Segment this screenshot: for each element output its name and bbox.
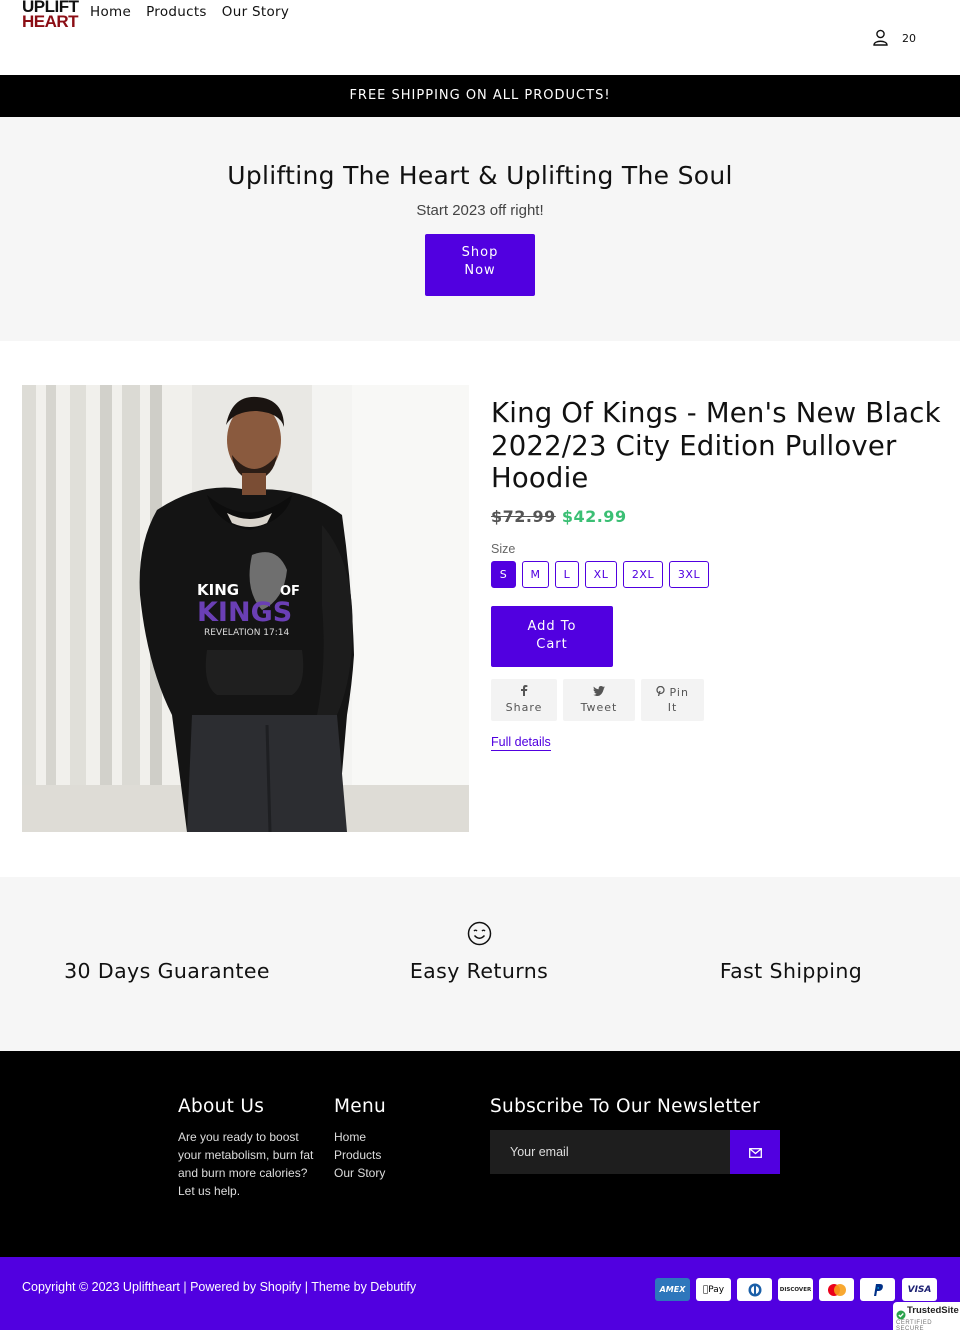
discover-label: DISCOVER bbox=[779, 1286, 812, 1293]
add-to-cart-label-2: Cart bbox=[536, 637, 568, 652]
pinterest-icon bbox=[656, 685, 665, 699]
trusted-subtitle: CERTIFIED SECURE bbox=[896, 1320, 933, 1330]
hero-subtitle: Start 2023 off right! bbox=[416, 202, 544, 219]
size-option-xl[interactable]: XL bbox=[585, 561, 617, 588]
share-pinterest-button[interactable]: Pin It bbox=[641, 679, 704, 721]
product-price: $72.99 $42.99 bbox=[491, 507, 627, 526]
share-label: Share bbox=[505, 701, 543, 714]
user-icon[interactable] bbox=[872, 29, 889, 46]
email-input[interactable]: Your email bbox=[490, 1130, 730, 1174]
svg-text:20: 20 bbox=[902, 32, 916, 45]
mastercard-icon bbox=[819, 1278, 854, 1301]
envelope-icon bbox=[748, 1143, 762, 1162]
shop-now-label-2: Now bbox=[464, 263, 496, 278]
footer-menu: Home Products Our Story bbox=[334, 1128, 385, 1182]
paypal-icon bbox=[860, 1278, 895, 1301]
shop-now-button[interactable]: Shop Now bbox=[425, 234, 535, 296]
feature-guarantee: 30 Days Guarantee bbox=[64, 959, 270, 983]
about-title: About Us bbox=[178, 1096, 265, 1117]
size-option-3xl[interactable]: 3XL bbox=[669, 561, 709, 588]
trusted-site-badge[interactable]: TrustedSite CERTIFIED SECURE bbox=[893, 1302, 960, 1330]
diners-club-icon bbox=[737, 1278, 772, 1301]
product-image[interactable]: KING OF KINGS REVELATION 17:14 bbox=[22, 385, 469, 832]
feature-returns: Easy Returns bbox=[409, 959, 549, 983]
social-share: Share Tweet Pin It bbox=[491, 679, 704, 721]
amex-icon: AMEX bbox=[655, 1278, 690, 1301]
pin-text-2: It bbox=[667, 701, 678, 714]
size-option-m[interactable]: M bbox=[522, 561, 549, 588]
apple-pay-text: Pay bbox=[705, 1284, 724, 1295]
main-nav: Home Products Our Story bbox=[90, 4, 304, 20]
tweet-label: Tweet bbox=[580, 701, 618, 714]
hero-section: Uplifting The Heart & Uplifting The Soul… bbox=[0, 117, 960, 341]
site-footer: About Us Are you ready to boost your met… bbox=[0, 1051, 960, 1257]
share-facebook-button[interactable]: Share bbox=[491, 679, 557, 721]
apple-pay-icon: Pay bbox=[696, 1278, 731, 1301]
nav-our-story[interactable]: Our Story bbox=[222, 4, 289, 20]
menu-title: Menu bbox=[334, 1096, 386, 1117]
facebook-icon bbox=[491, 685, 557, 700]
print-kings: KINGS bbox=[197, 597, 292, 628]
pin-text-1: Pin bbox=[669, 686, 689, 699]
size-selector: S M L XL 2XL 3XL bbox=[491, 561, 709, 588]
features-section: 30 Days Guarantee Easy Returns Fast Ship… bbox=[0, 877, 960, 1051]
size-label: Size bbox=[491, 542, 516, 556]
visa-label: VISA bbox=[907, 1284, 932, 1295]
about-text: Are you ready to boost your metabolism, … bbox=[178, 1130, 314, 1198]
announcement-bar: FREE SHIPPING ON ALL PRODUCTS! bbox=[0, 75, 960, 117]
check-icon bbox=[896, 1305, 906, 1320]
size-option-s[interactable]: S bbox=[491, 561, 516, 588]
subscribe-button[interactable] bbox=[730, 1130, 780, 1174]
discover-icon: DISCOVER bbox=[778, 1278, 813, 1301]
site-header: UPLIFT HEART Home Products Our Story 20 bbox=[0, 0, 960, 75]
newsletter-title: Subscribe To Our Newsletter bbox=[490, 1096, 761, 1117]
footer-menu-home[interactable]: Home bbox=[334, 1128, 385, 1146]
logo-text-bottom: HEART bbox=[22, 12, 79, 31]
size-option-2xl[interactable]: 2XL bbox=[623, 561, 663, 588]
size-option-l[interactable]: L bbox=[555, 561, 579, 588]
copyright-text: Copyright © 2023 Upliftheart | Powered b… bbox=[22, 1280, 417, 1294]
print-verse: REVELATION 17:14 bbox=[204, 628, 290, 638]
apple-pay-label: Pay bbox=[703, 1285, 724, 1295]
product-title: King Of Kings - Men's New Black 2022/23 … bbox=[491, 397, 941, 494]
nav-products[interactable]: Products bbox=[146, 4, 207, 20]
nav-home[interactable]: Home bbox=[90, 4, 131, 20]
smile-icon bbox=[467, 921, 492, 946]
shop-now-label-1: Shop bbox=[461, 245, 499, 260]
add-to-cart-label-1: Add To bbox=[527, 619, 577, 634]
trusted-title: TrustedSite bbox=[907, 1305, 959, 1316]
add-to-cart-button[interactable]: Add To Cart bbox=[491, 606, 613, 667]
feature-shipping: Fast Shipping bbox=[719, 959, 863, 983]
visa-icon: VISA bbox=[902, 1278, 937, 1301]
site-logo[interactable]: UPLIFT HEART bbox=[22, 0, 84, 30]
compare-price: $72.99 bbox=[491, 507, 556, 526]
bottom-bar: Copyright © 2023 Upliftheart | Powered b… bbox=[0, 1257, 960, 1330]
footer-menu-products[interactable]: Products bbox=[334, 1146, 385, 1164]
full-details-link[interactable]: Full details bbox=[491, 735, 551, 751]
cart-icon[interactable]: 20 bbox=[901, 29, 918, 46]
amex-label: AMEX bbox=[659, 1285, 686, 1294]
twitter-icon bbox=[563, 685, 635, 700]
sale-price: $42.99 bbox=[561, 507, 627, 526]
header-icons: 20 bbox=[872, 29, 918, 46]
hero-title: Uplifting The Heart & Uplifting The Soul bbox=[227, 161, 733, 190]
share-twitter-button[interactable]: Tweet bbox=[563, 679, 635, 721]
footer-menu-our-story[interactable]: Our Story bbox=[334, 1164, 385, 1182]
pin-label-1: Pin bbox=[641, 685, 704, 700]
